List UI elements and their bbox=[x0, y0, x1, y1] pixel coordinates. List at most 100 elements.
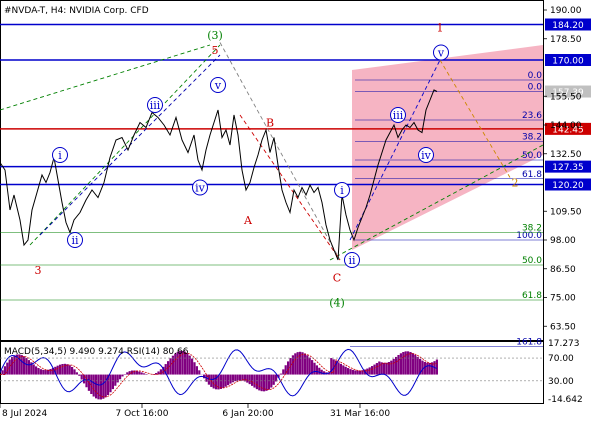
macd-bar bbox=[308, 357, 311, 375]
wave-label: 3 bbox=[35, 264, 42, 277]
wave-label: v bbox=[214, 79, 222, 92]
macd-bar bbox=[255, 374, 258, 390]
macd-bar bbox=[272, 374, 275, 385]
macd-bar bbox=[342, 365, 345, 375]
indicator-title: MACD(5,34,5) 9.490 9.274 RSI(14) 80.66 bbox=[4, 347, 189, 357]
macd-bar bbox=[198, 370, 201, 375]
macd-bar bbox=[390, 360, 393, 375]
macd-bar bbox=[385, 362, 388, 375]
chart-window: 0.0 0.0 23.6 38.2 50.0 61.8 100.0 38.2 50.0 61.8 1… bbox=[0, 0, 596, 425]
macd-bar bbox=[347, 368, 350, 375]
macd-bar bbox=[402, 352, 405, 375]
macd-bar bbox=[258, 374, 261, 391]
macd-bar bbox=[392, 358, 395, 375]
wave-label: i bbox=[340, 184, 344, 197]
indicator-tick-label: 17.273 bbox=[548, 339, 580, 349]
price-level-label: 184.20 bbox=[552, 21, 584, 31]
macd-bar bbox=[95, 374, 98, 399]
macd-bar bbox=[296, 352, 299, 375]
macd-bar bbox=[171, 355, 174, 375]
macd-bar bbox=[193, 362, 196, 375]
fib-label: 23.6 bbox=[522, 111, 542, 121]
macd-bar bbox=[279, 373, 282, 375]
macd-bar bbox=[409, 351, 412, 375]
wave-label: C bbox=[333, 272, 341, 285]
price-tick-label: 86.50 bbox=[550, 265, 576, 275]
macd-bar bbox=[375, 363, 378, 375]
wave-label: i bbox=[58, 149, 62, 162]
macd-bar bbox=[61, 364, 64, 375]
macd-bar bbox=[90, 374, 93, 394]
macd-bar bbox=[219, 374, 222, 389]
macd-bar bbox=[383, 362, 386, 375]
macd-bar bbox=[227, 374, 230, 386]
macd-bar bbox=[25, 358, 28, 375]
macd-bar bbox=[32, 364, 35, 375]
macd-bar bbox=[35, 366, 38, 375]
macd-bar bbox=[231, 374, 234, 383]
macd-bar bbox=[191, 358, 194, 375]
fib-label: 0.0 bbox=[528, 71, 543, 81]
macd-bar bbox=[6, 362, 9, 375]
price-tick-label: 75.00 bbox=[550, 294, 576, 304]
macd-bar bbox=[428, 362, 431, 375]
indicator-tick-label: -14.642 bbox=[548, 395, 583, 405]
fib-label: 61.8 bbox=[522, 170, 542, 180]
macd-bar bbox=[44, 370, 47, 375]
fib-label: 50.0 bbox=[522, 151, 542, 161]
macd-bar bbox=[11, 357, 14, 375]
macd-bar bbox=[229, 374, 232, 384]
macd-bar bbox=[287, 361, 290, 375]
macd-bar bbox=[426, 362, 429, 375]
price-level-label: 127.35 bbox=[552, 163, 584, 173]
macd-bar bbox=[371, 366, 374, 375]
wave-label: iv bbox=[195, 182, 206, 195]
indicator-tick-label: 70.00 bbox=[548, 354, 574, 364]
macd-bar bbox=[260, 374, 263, 392]
macd-bar bbox=[119, 374, 122, 380]
fib-label: 61.8 bbox=[522, 291, 542, 301]
macd-bar bbox=[42, 369, 45, 375]
macd-bar bbox=[313, 362, 316, 375]
macd-bar bbox=[140, 372, 143, 375]
price-tick-label: 132.50 bbox=[550, 150, 582, 160]
macd-bar bbox=[97, 374, 100, 400]
macd-bar bbox=[251, 374, 254, 386]
macd-bar bbox=[399, 353, 402, 375]
macd-bar bbox=[303, 353, 306, 375]
macd-bar bbox=[222, 374, 225, 388]
wave-label: iii bbox=[393, 109, 404, 122]
macd-bar bbox=[80, 374, 83, 380]
macd-bar bbox=[73, 369, 76, 375]
macd-bar bbox=[378, 361, 381, 375]
macd-bar bbox=[143, 373, 146, 375]
time-tick-label: 31 Mar 16:00 bbox=[330, 409, 390, 419]
macd-bar bbox=[239, 374, 242, 381]
macd-bar bbox=[301, 352, 304, 375]
wave-label: A bbox=[243, 214, 253, 227]
macd-bar bbox=[59, 364, 62, 375]
macd-bar bbox=[411, 353, 414, 375]
wave-label: ii bbox=[71, 234, 79, 247]
price-tick-label: 144.00 bbox=[550, 121, 582, 131]
macd-bar bbox=[344, 366, 347, 375]
time-tick-label: 6 Jan 20:00 bbox=[222, 409, 274, 419]
price-tick-label: 178.50 bbox=[550, 35, 582, 45]
macd-bar bbox=[435, 359, 438, 375]
macd-bar bbox=[246, 374, 249, 383]
fib-label: 50.0 bbox=[522, 256, 542, 266]
price-tick-label: 109.50 bbox=[550, 207, 582, 217]
fib-label: 161.8 bbox=[516, 337, 542, 347]
wave-label: 1 bbox=[437, 22, 444, 35]
price-level-label: 170.00 bbox=[552, 57, 584, 67]
macd-bar bbox=[243, 374, 246, 382]
macd-bar bbox=[23, 356, 26, 375]
fib-label: 38.2 bbox=[522, 224, 542, 234]
fib-label: 38.2 bbox=[522, 132, 542, 142]
wave-label: v bbox=[437, 47, 445, 60]
macd-bar bbox=[56, 365, 59, 375]
macd-bar bbox=[373, 364, 376, 375]
macd-bar bbox=[126, 372, 129, 375]
macd-bar bbox=[248, 374, 251, 385]
macd-bar bbox=[104, 374, 107, 398]
